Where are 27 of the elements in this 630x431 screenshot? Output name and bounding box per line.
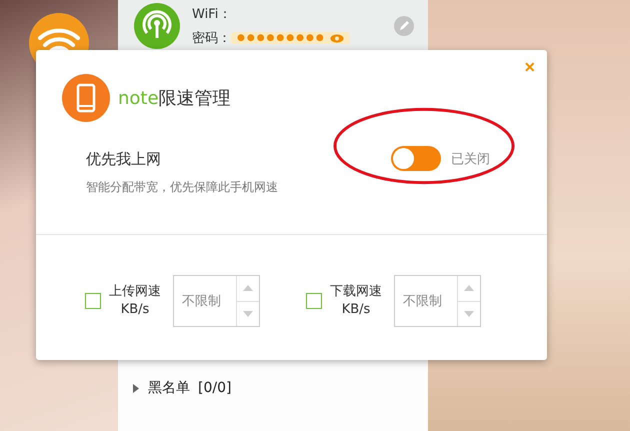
group-count: [0/0] (198, 380, 232, 396)
limit-label: 下载网速 (330, 283, 382, 301)
eye-icon (330, 34, 344, 42)
up-triangle-icon (243, 285, 253, 292)
limit-label: 上传网速 (109, 283, 161, 301)
group-label[interactable]: 黑名单 (148, 379, 190, 397)
password-field[interactable]: ●●●●●●●●● (231, 32, 350, 44)
down-triangle-icon (243, 310, 253, 317)
dialog-title: note限速管理 (118, 87, 231, 110)
limit-unit: KB/s (120, 301, 150, 319)
limit-unit: KB/s (342, 301, 370, 319)
close-button[interactable]: × (520, 56, 539, 78)
down-triangle-icon (464, 310, 474, 317)
speed-spinbox[interactable]: 不限制 (394, 275, 481, 327)
priority-toggle[interactable] (391, 146, 441, 171)
up-triangle-icon (464, 285, 474, 292)
password-label: 密码： (192, 30, 231, 47)
limit-checkbox[interactable] (85, 293, 101, 309)
priority-description: 智能分配带宽，优先保障此手机网速 (86, 179, 278, 196)
phone-icon (62, 74, 110, 122)
speed-spinbox[interactable]: 不限制 (173, 275, 260, 327)
expand-arrow-icon[interactable] (132, 384, 140, 392)
limit-checkbox[interactable] (306, 293, 322, 309)
pencil-icon[interactable] (394, 16, 414, 36)
toggle-status: 已关闭 (451, 150, 490, 168)
priority-label: 优先我上网 (86, 150, 162, 169)
wifi-label: WiFi： (192, 6, 232, 23)
